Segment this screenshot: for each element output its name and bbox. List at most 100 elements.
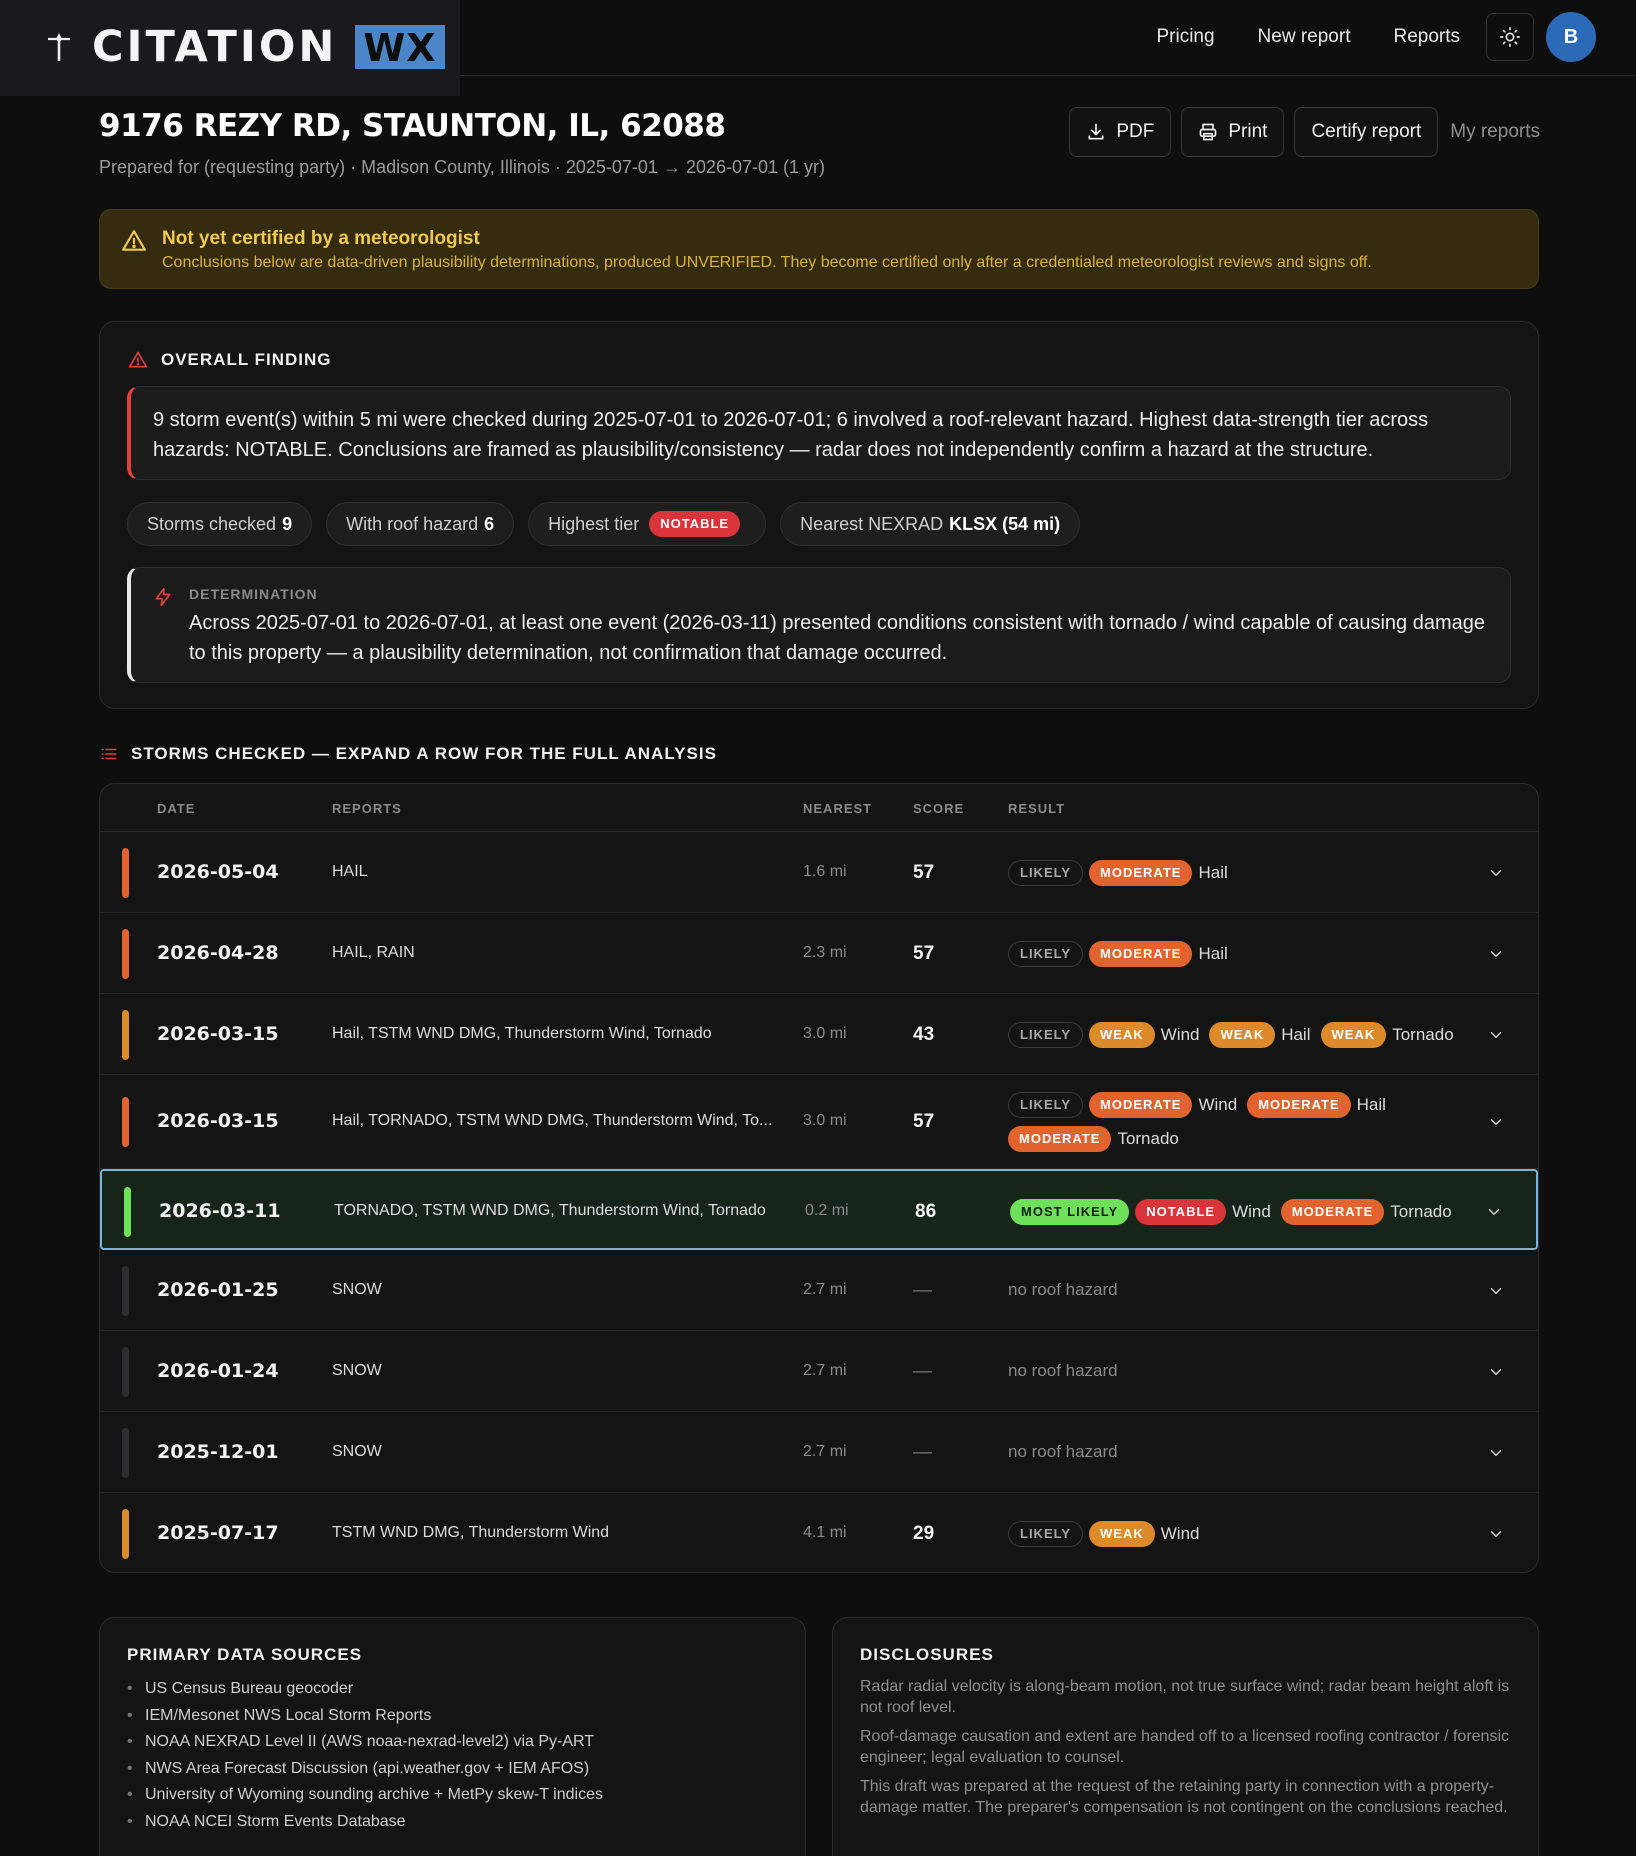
disclosures-list: Radar radial velocity is along-beam moti… <box>860 1676 1510 1826</box>
storm-result: no roof hazard <box>1008 1280 1478 1300</box>
table-body: 2026-05-04 HAIL 1.6 mi 57 LIKELY MODERATE Hail… <box>100 832 1538 1572</box>
stat-storms-checked: Storms checked 9 <box>127 502 313 546</box>
list-item: NOAA NCEI Storm Events Database <box>127 1809 603 1836</box>
severity-bar <box>124 1186 131 1237</box>
severity-bar <box>122 1346 129 1397</box>
weather-vane-icon <box>48 33 70 61</box>
list-item: University of Wyoming sounding archive +… <box>127 1782 603 1809</box>
table-row[interactable]: 2026-03-15 Hail, TSTM WND DMG, Thundersto… <box>100 994 1538 1075</box>
table-row[interactable]: 2026-04-28 HAIL, RAIN 2.3 mi 57 LIKELY MODERA… <box>100 913 1538 994</box>
storm-date: 2026-03-15 <box>157 1022 279 1045</box>
weak-badge: WEAK <box>1320 1021 1387 1048</box>
storm-date: 2026-04-28 <box>157 941 279 964</box>
stat-value: 6 <box>484 513 495 534</box>
disclosures-card: DISCLOSURES Radar radial velocity is alo… <box>832 1617 1539 1856</box>
determination-box: DETERMINATION Across 2025-07-01 to 2026-… <box>127 567 1511 683</box>
report-actions: PDF Print Certify report My reports <box>1059 107 1540 157</box>
severity-bar <box>122 1097 129 1147</box>
printer-icon <box>1200 123 1217 141</box>
moderate-badge: MODERATE <box>1089 940 1193 967</box>
data-sources-card: PRIMARY DATA SOURCES US Census Bureau ge… <box>99 1617 806 1856</box>
storm-result: LIKELY WEAK Wind <box>1008 1517 1478 1551</box>
storm-nearest: 2.7 mi <box>803 1361 847 1379</box>
data-sources-list: US Census Bureau geocoder IEM/Mesonet NW… <box>127 1676 603 1835</box>
brand-logo[interactable]: CITATION WX <box>0 0 460 96</box>
stat-label: Highest tier <box>548 513 640 534</box>
storm-result: LIKELY MODERATE Hail <box>1008 856 1478 890</box>
stat-roof-hazard: With roof hazard 6 <box>326 502 515 546</box>
hazard-label: Tornado <box>1392 1024 1454 1044</box>
chevron-down-icon[interactable] <box>1487 1525 1505 1543</box>
storms-heading: STORMS CHECKED — EXPAND A ROW FOR THE FU… <box>99 744 717 764</box>
nav-new-report[interactable]: New report <box>1258 26 1351 48</box>
table-row[interactable]: 2026-03-15 Hail, TORNADO, TSTM WND DMG, T… <box>100 1075 1538 1169</box>
likely-badge: LIKELY <box>1008 1021 1084 1048</box>
list-item: US Census Bureau geocoder <box>127 1676 603 1703</box>
pdf-label: PDF <box>1116 121 1155 142</box>
moderate-badge: MODERATE <box>1089 1092 1193 1118</box>
overall-finding-title: OVERALL FINDING <box>161 350 332 369</box>
overall-finding-card: OVERALL FINDING 9 storm event(s) within … <box>99 321 1539 709</box>
chevron-down-icon[interactable] <box>1487 945 1505 963</box>
storm-date: 2026-05-04 <box>157 860 279 883</box>
my-reports-link[interactable]: My reports <box>1450 121 1540 143</box>
storm-result: LIKELY MODERATE Wind MODERATE Hail MODERATE To… <box>1008 1088 1478 1156</box>
chevron-down-icon[interactable] <box>1487 1026 1505 1044</box>
storm-date: 2026-01-25 <box>157 1278 279 1301</box>
table-row[interactable]: 2025-12-01 SNOW 2.7 mi — no roof hazard <box>100 1412 1538 1493</box>
hazard-label: Wind <box>1160 1523 1200 1543</box>
storm-score: — <box>913 1441 932 1463</box>
warning-text: Conclusions below are data-driven plausi… <box>162 254 1372 271</box>
nav-pricing[interactable]: Pricing <box>1156 26 1214 48</box>
col-nearest: NEAREST <box>803 801 873 816</box>
stat-value: 9 <box>282 513 293 534</box>
stat-value: KLSX (54 mi) <box>949 513 1061 534</box>
hazard-label: Wind <box>1198 1095 1238 1114</box>
hazard-label: Tornado <box>1390 1201 1452 1221</box>
result-line: LIKELY WEAK Wind <box>1008 1517 1478 1551</box>
nav-reports[interactable]: Reports <box>1393 26 1460 48</box>
storm-reports: SNOW <box>332 1280 382 1298</box>
weak-badge: WEAK <box>1089 1520 1155 1547</box>
print-button[interactable]: Print <box>1181 107 1285 157</box>
result-line: LIKELY MODERATE Wind MODERATE Hail <box>1008 1088 1478 1122</box>
pdf-button[interactable]: PDF <box>1069 107 1172 157</box>
col-result: RESULT <box>1008 801 1066 816</box>
chevron-down-icon[interactable] <box>1487 1444 1505 1462</box>
table-row[interactable]: 2026-03-11 TORNADO, TSTM WND DMG, Thunder… <box>100 1169 1538 1250</box>
table-row[interactable]: 2026-01-24 SNOW 2.7 mi — no roof hazard <box>100 1331 1538 1412</box>
storm-nearest: 3.0 mi <box>803 1112 847 1129</box>
chevron-down-icon[interactable] <box>1487 1282 1505 1300</box>
disclosures-heading: DISCLOSURES <box>860 1645 994 1664</box>
moderate-badge: MODERATE <box>1089 859 1193 886</box>
lightning-icon <box>155 587 171 607</box>
page-title: 9176 REZY RD, STAUNTON, IL, 62088 <box>99 108 726 144</box>
storm-date: 2025-07-17 <box>157 1521 279 1544</box>
hazard-label: Hail <box>1198 943 1228 963</box>
table-row[interactable]: 2025-07-17 TSTM WND DMG, Thunderstorm Win… <box>100 1493 1538 1572</box>
list-icon <box>101 748 117 760</box>
certify-label: Certify report <box>1311 121 1422 142</box>
determination-label: DETERMINATION <box>189 586 318 602</box>
certify-report-button[interactable]: Certify report <box>1294 107 1439 157</box>
storm-result: LIKELY WEAK Wind WEAK Hail WEAK Tornado <box>1008 1018 1478 1052</box>
storm-date: 2025-12-01 <box>157 1440 279 1463</box>
col-reports: REPORTS <box>332 801 402 816</box>
chevron-down-icon[interactable] <box>1487 864 1505 882</box>
chevron-down-icon[interactable] <box>1487 1363 1505 1381</box>
storm-date: 2026-03-15 <box>157 1110 279 1132</box>
no-hazard-text: no roof hazard <box>1008 1360 1118 1380</box>
moderate-badge: MODERATE <box>1280 1198 1385 1225</box>
brand-suffix: WX <box>355 25 445 69</box>
tier-badge: NOTABLE <box>649 511 741 537</box>
table-row[interactable]: 2026-05-04 HAIL 1.6 mi 57 LIKELY MODERATE Hail <box>100 832 1538 913</box>
chevron-down-icon[interactable] <box>1485 1203 1503 1221</box>
severity-bar <box>122 1508 129 1559</box>
chevron-down-icon[interactable] <box>1487 1113 1505 1131</box>
table-row[interactable]: 2026-01-25 SNOW 2.7 mi — no roof hazard <box>100 1250 1538 1331</box>
avatar[interactable]: B <box>1546 12 1596 62</box>
disclosure-item: Roof-damage causation and extent are han… <box>860 1728 1509 1766</box>
download-icon <box>1088 123 1104 140</box>
storm-result: MOST LIKELY NOTABLE Wind MODERATE Tornado <box>1010 1195 1480 1229</box>
theme-toggle-button[interactable] <box>1486 13 1534 61</box>
